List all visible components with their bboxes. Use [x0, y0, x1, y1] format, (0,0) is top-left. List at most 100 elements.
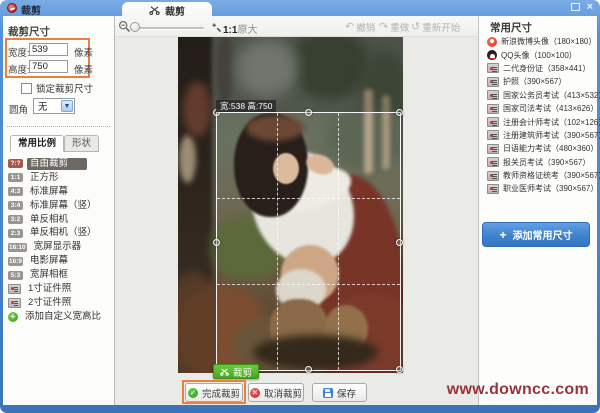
tab-shapes[interactable]: 形状	[64, 135, 99, 152]
undo-button[interactable]: ↶撤销	[345, 20, 375, 34]
ratio-item-standard-screen-portrait[interactable]: 3:4 标准屏幕（竖）	[8, 199, 114, 213]
zoom-slider-track[interactable]	[132, 27, 204, 29]
qq-icon	[487, 50, 497, 60]
id-photo-icon	[487, 171, 499, 181]
redo-icon: ↷	[379, 21, 388, 33]
size-item-cpa-exam[interactable]: 注册会计师考试（102×126）	[487, 115, 597, 128]
corner-radius-label: 圆角	[9, 102, 28, 116]
size-item-judicial-exam[interactable]: 国家司法考试（413×626）	[487, 102, 597, 115]
size-item-id-card[interactable]: 二代身份证（358×441）	[487, 62, 597, 75]
ratio-item-free-crop[interactable]: ?:? 自由裁剪	[8, 157, 114, 171]
ratio-badge: 1:1	[8, 173, 23, 182]
lock-size-label: 锁定裁剪尺寸	[36, 81, 93, 95]
size-item-customs-exam[interactable]: 报关员考试（390×567）	[487, 156, 597, 169]
add-custom-ratio-button[interactable]: + 添加自定义宽高比	[8, 310, 114, 324]
ratio-badge: 3:4	[8, 201, 23, 210]
ratio-badge: 4:3	[8, 187, 23, 196]
size-list: 新浪微博头像（180×180） QQ头像（100×100） 二代身份证（358×…	[487, 35, 597, 196]
ratio-badge: 16:9	[8, 257, 23, 266]
check-icon: ✓	[188, 388, 198, 398]
id-photo-icon	[487, 63, 499, 73]
ratio-item-dslr-portrait[interactable]: 2:3 单反相机（竖）	[8, 226, 114, 240]
size-item-architect-exam[interactable]: 注册建筑师考试（390×567）	[487, 129, 597, 142]
size-item-physician-exam[interactable]: 职业医师考试（390×567）	[487, 182, 597, 195]
crop-size-tooltip: 宽:538 高:750	[216, 100, 276, 112]
ratio-item-2inch-id-photo[interactable]: 2寸证件照	[8, 296, 114, 310]
photo-icon	[8, 298, 21, 308]
add-common-size-button[interactable]: + 添加常用尺寸	[482, 222, 590, 247]
scissors-icon	[149, 6, 160, 15]
photo-blob	[216, 37, 233, 106]
ratio-list: ?:? 自由裁剪 1:1 正方形 4:3 标准屏幕 3:4 标准屏幕（竖） 3:…	[8, 157, 114, 324]
zoom-in-icon[interactable]	[209, 20, 222, 33]
crop-confirm-badge[interactable]: 裁剪	[213, 364, 259, 379]
app-icon	[7, 3, 17, 13]
width-label: 宽度:	[8, 45, 30, 59]
redo-button[interactable]: ↷重做	[379, 20, 409, 34]
save-button[interactable]: 保存	[312, 383, 367, 402]
ratio-item-standard-screen[interactable]: 4:3 标准屏幕	[8, 185, 114, 199]
crop-size-title: 裁剪尺寸	[8, 24, 50, 39]
ratio-badge: 16:10	[8, 243, 27, 252]
tab-common-ratios[interactable]: 常用比例	[10, 135, 64, 152]
crop-handle-left[interactable]	[213, 239, 220, 246]
ratio-item-movie-screen[interactable]: 16:9 电影屏幕	[8, 254, 114, 268]
crop-handle-bottom-right[interactable]	[396, 366, 403, 373]
id-photo-icon	[487, 117, 499, 127]
photo-blob	[236, 39, 298, 97]
height-unit: 像素	[74, 62, 93, 76]
crop-rectangle[interactable]: 宽:538 高:750 裁剪	[216, 112, 401, 371]
photo-blob	[290, 37, 370, 99]
ratio-item-wide-photo-frame[interactable]: 5:3 宽屏相框	[8, 268, 114, 282]
lock-size-checkbox[interactable]	[21, 83, 32, 94]
maximize-button[interactable]	[571, 3, 580, 11]
scissors-icon	[220, 368, 229, 376]
id-photo-icon	[487, 130, 499, 140]
x-icon: ✕	[250, 388, 260, 398]
thirds-guide	[217, 198, 400, 199]
crop-window: 裁剪 × 裁剪 裁剪尺寸 宽度: 像素 高度: 像素 锁定裁剪尺寸 圆角 无 ▼…	[0, 0, 600, 413]
size-item-qq-avatar[interactable]: QQ头像（100×100）	[487, 48, 597, 61]
crop-handle-bottom[interactable]	[305, 366, 312, 373]
size-item-teacher-cert-exam[interactable]: 教师资格证统考（390×567）	[487, 169, 597, 182]
ratio-item-widescreen-monitor[interactable]: 16:10 宽屏显示器	[8, 240, 114, 254]
id-photo-icon	[487, 77, 499, 87]
separator	[7, 126, 110, 127]
height-label: 高度:	[8, 62, 30, 76]
ratio-item-dslr[interactable]: 3:2 单反相机	[8, 213, 114, 227]
ratio-badge: 5:3	[8, 271, 23, 280]
ratio-badge: 3:2	[8, 215, 23, 224]
photo-blob	[179, 135, 196, 183]
height-input[interactable]	[29, 60, 68, 73]
actual-size-button[interactable]: 1:1原大	[223, 21, 257, 36]
restart-button[interactable]: ↺重新开始	[411, 20, 460, 34]
photo-icon	[8, 284, 21, 294]
canvas-area: 1:1原大 ↶撤销 ↷重做 ↺重新开始	[115, 16, 478, 405]
window-title: 裁剪	[21, 2, 41, 17]
crop-handle-top[interactable]	[305, 109, 312, 116]
id-photo-icon	[487, 144, 499, 154]
size-item-civil-service-exam[interactable]: 国家公务员考试（413×532）	[487, 89, 597, 102]
crop-handle-right[interactable]	[396, 239, 403, 246]
plus-icon: +	[8, 312, 18, 322]
corner-radius-value: 无	[38, 99, 48, 113]
chevron-down-icon: ▼	[61, 100, 73, 112]
ratio-badge: ?:?	[8, 159, 23, 168]
crop-handle-top-right[interactable]	[396, 109, 403, 116]
width-input[interactable]	[29, 43, 68, 56]
size-item-jlpt-exam[interactable]: 日语能力考试（480×360）	[487, 142, 597, 155]
close-button[interactable]: ×	[587, 2, 593, 12]
weibo-icon	[487, 37, 497, 47]
zoom-slider-handle[interactable]	[130, 22, 140, 32]
ratio-item-1inch-id-photo[interactable]: 1寸证件照	[8, 282, 114, 296]
finish-crop-button[interactable]: ✓ 完成裁剪	[185, 383, 243, 402]
cancel-crop-button[interactable]: ✕ 取消裁剪	[248, 383, 304, 402]
corner-radius-select[interactable]: 无 ▼	[33, 98, 75, 114]
ratio-item-square[interactable]: 1:1 正方形	[8, 171, 114, 185]
size-item-passport[interactable]: 护照（390×567）	[487, 75, 597, 88]
size-item-weibo-avatar[interactable]: 新浪微博头像（180×180）	[487, 35, 597, 48]
floppy-icon	[323, 388, 333, 398]
photo-blob	[183, 82, 211, 137]
thirds-guide	[277, 113, 278, 370]
id-photo-icon	[487, 184, 499, 194]
